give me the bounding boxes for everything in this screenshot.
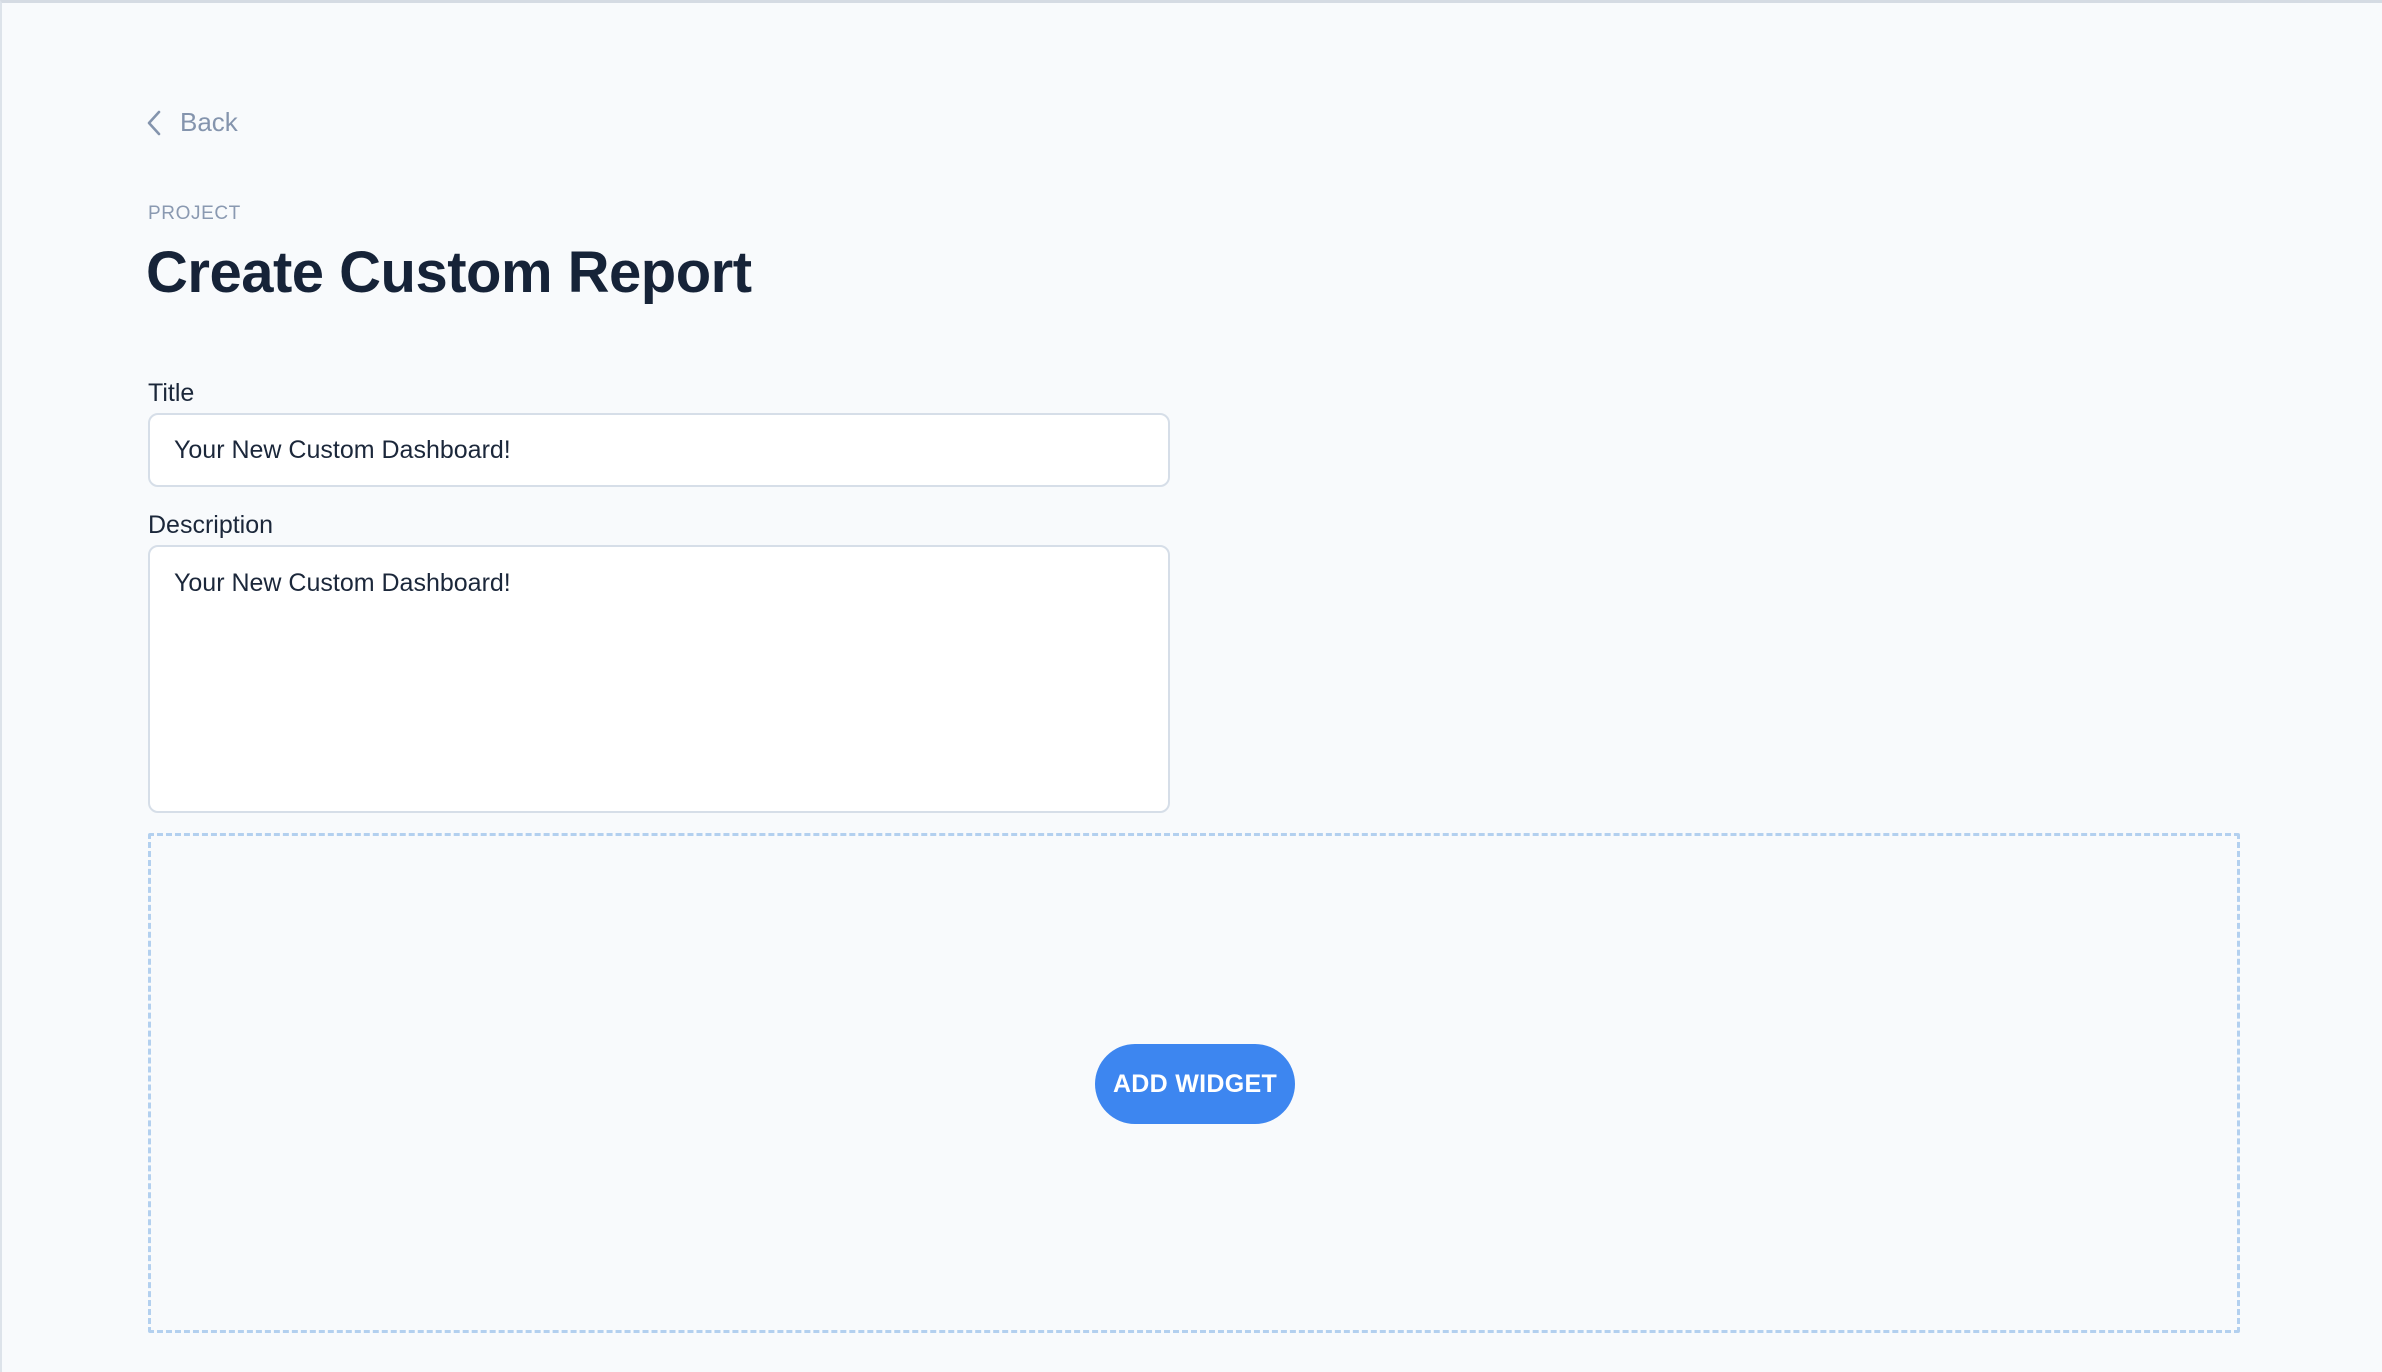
chevron-left-icon bbox=[146, 110, 162, 136]
description-textarea[interactable]: Your New Custom Dashboard! bbox=[148, 545, 1170, 813]
back-link[interactable]: Back bbox=[146, 107, 238, 138]
back-label: Back bbox=[180, 107, 238, 137]
section-eyebrow: PROJECT bbox=[148, 203, 241, 224]
widget-drop-zone: ADD WIDGET bbox=[148, 833, 2240, 1333]
page: Back PROJECT Create Custom Report Title … bbox=[0, 0, 2382, 1372]
add-widget-button[interactable]: ADD WIDGET bbox=[1095, 1044, 1295, 1124]
title-label: Title bbox=[148, 379, 195, 407]
description-label: Description bbox=[148, 511, 274, 539]
page-title: Create Custom Report bbox=[146, 240, 752, 305]
title-input[interactable] bbox=[148, 413, 1170, 487]
